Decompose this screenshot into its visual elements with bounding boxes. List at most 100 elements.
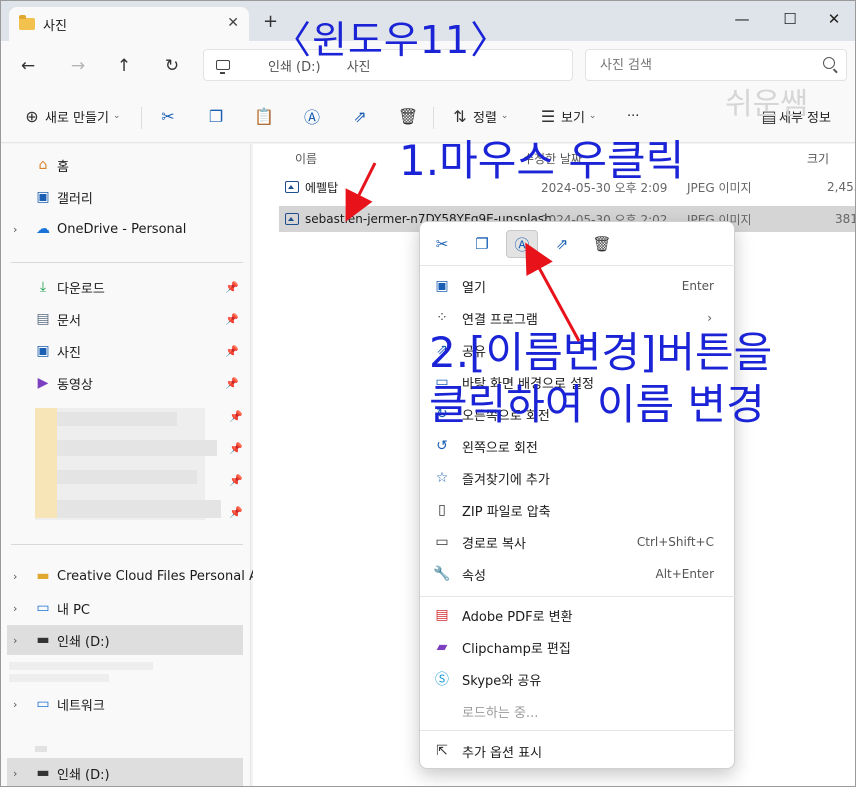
annotation-step-2: 2.[이름변경]버튼을 클릭하여 이름 변경 <box>429 327 772 431</box>
plus-circle-icon: ⊕ <box>19 103 45 129</box>
trash-icon[interactable]: 🗑 <box>586 230 618 258</box>
home-icon: ⌂ <box>35 157 51 173</box>
sort-button[interactable]: ⇅ 정렬 ⌄ <box>447 103 508 129</box>
up-button[interactable]: ↑ <box>111 53 137 79</box>
rename-icon[interactable]: Ⓐ <box>506 230 538 258</box>
pin-icon[interactable]: 📌 <box>225 377 239 390</box>
sidebar-item-label: 홈 <box>57 156 69 175</box>
menu-item-loading: 로드하는 중... <box>426 695 728 727</box>
menu-item-open[interactable]: ▣ 열기 Enter <box>426 270 728 302</box>
cut-icon[interactable]: ✂ <box>155 103 181 129</box>
sidebar-item-onedrive[interactable]: › ☁ OneDrive - Personal <box>1 214 249 244</box>
pin-icon[interactable]: 📌 <box>229 506 243 519</box>
cut-icon[interactable]: ✂ <box>426 230 458 258</box>
pin-icon[interactable]: 📌 <box>229 410 243 423</box>
menu-item-label: 추가 옵션 표시 <box>462 742 542 761</box>
blurred-label <box>57 500 221 518</box>
more-button[interactable]: ··· <box>627 103 639 129</box>
sidebar-item-drive-d-2[interactable]: › ▬ 인쇄 (D:) <box>7 758 243 787</box>
chevron-right-icon[interactable]: › <box>13 698 17 711</box>
sidebar-item-label: 인쇄 (D:) <box>57 631 110 650</box>
sidebar-item-label: 문서 <box>57 310 81 329</box>
blurred-item <box>9 674 109 682</box>
drive-icon: ▬ <box>35 632 51 648</box>
share-icon[interactable]: ⇗ <box>546 230 578 258</box>
network-icon: ▭ <box>35 696 51 712</box>
rename-icon[interactable]: Ⓐ <box>299 103 325 129</box>
folder-icon <box>19 18 35 30</box>
menu-item-more-options[interactable]: ⇱ 추가 옵션 표시 <box>426 735 728 767</box>
refresh-button[interactable]: ↻ <box>159 53 185 79</box>
sidebar-item-this-pc[interactable]: › ▭ 내 PC <box>1 593 249 623</box>
pin-icon[interactable]: 📌 <box>225 281 239 294</box>
menu-item-compress-zip[interactable]: ▯ ZIP 파일로 압축 <box>426 494 728 526</box>
sidebar-item-drive-d[interactable]: › ▬ 인쇄 (D:) <box>7 625 243 655</box>
sidebar-divider <box>11 262 243 263</box>
pin-icon[interactable]: 📌 <box>229 442 243 455</box>
column-header-name[interactable]: 이름 <box>295 150 317 167</box>
maximize-button[interactable]: ☐ <box>767 5 813 33</box>
sidebar-item-home[interactable]: ⌂ 홈 <box>1 150 249 180</box>
chevron-right-icon[interactable]: › <box>13 767 17 780</box>
copy-icon[interactable]: ❐ <box>466 230 498 258</box>
blurred-item <box>9 662 153 670</box>
expand-icon: ⇱ <box>432 741 452 761</box>
close-button[interactable]: ✕ <box>811 5 856 33</box>
sidebar-item-documents[interactable]: ▤ 문서 📌 <box>1 304 249 334</box>
tab-close-icon[interactable]: ✕ <box>227 15 239 31</box>
shortcut-label: Alt+Enter <box>655 567 714 581</box>
view-button[interactable]: ☰ 보기 ⌄ <box>535 103 596 129</box>
minimize-button[interactable]: — <box>719 5 765 33</box>
menu-item-copy-path[interactable]: ▭ 경로로 복사 Ctrl+Shift+C <box>426 526 728 558</box>
sidebar-item-videos[interactable]: ▶ 동영상 📌 <box>1 368 249 398</box>
file-size: 381 <box>835 212 856 226</box>
search-icon[interactable] <box>823 57 835 69</box>
sidebar-item-downloads[interactable]: ⤓ 다운로드 📌 <box>1 272 249 302</box>
menu-item-skype[interactable]: Ⓢ Skype와 공유 <box>426 663 728 695</box>
menu-item-rotate-left[interactable]: ↺ 왼쪽으로 회전 <box>426 430 728 462</box>
pin-icon[interactable]: 📌 <box>225 345 239 358</box>
menu-item-clipchamp[interactable]: ▰ Clipchamp로 편집 <box>426 631 728 663</box>
sidebar-item-network[interactable]: › ▭ 네트워크 <box>1 689 249 719</box>
pin-icon[interactable]: 📌 <box>225 313 239 326</box>
file-size: 2,453 <box>827 180 856 194</box>
tab-title: 사진 <box>43 15 67 34</box>
chevron-right-icon[interactable]: › <box>13 602 17 615</box>
blurred-item <box>35 746 47 752</box>
apps-icon: ⁘ <box>432 308 452 328</box>
sidebar-item-label: 다운로드 <box>57 278 105 297</box>
chevron-right-icon: › <box>707 311 712 325</box>
back-button[interactable]: ← <box>15 53 41 79</box>
trash-icon[interactable]: 🗑 <box>395 103 421 129</box>
sidebar-item-pictures[interactable]: ▣ 사진 📌 <box>1 336 249 366</box>
download-icon: ⤓ <box>35 279 51 295</box>
sidebar-item-creative-cloud[interactable]: › ▬ Creative Cloud Files Personal Acco <box>1 561 249 591</box>
menu-item-add-favorites[interactable]: ☆ 즐겨찾기에 추가 <box>426 462 728 494</box>
rotate-left-icon: ↺ <box>432 436 452 456</box>
sort-icon: ⇅ <box>447 103 473 129</box>
chevron-right-icon[interactable]: › <box>13 223 17 236</box>
star-icon: ☆ <box>432 468 452 488</box>
toolbar-divider <box>433 107 434 129</box>
menu-item-properties[interactable]: 🔧 속성 Alt+Enter <box>426 558 728 590</box>
annotation-step-2-line-2: 클릭하여 이름 변경 <box>429 379 772 431</box>
paste-icon[interactable]: 📋 <box>251 103 277 129</box>
copy-icon[interactable]: ❐ <box>203 103 229 129</box>
chevron-right-icon[interactable]: › <box>13 634 17 647</box>
chevron-right-icon[interactable]: › <box>13 570 17 583</box>
menu-item-label: 속성 <box>462 565 486 584</box>
share-icon[interactable]: ⇗ <box>347 103 373 129</box>
menu-item-adobe-pdf[interactable]: ▤ Adobe PDF로 변환 <box>426 599 728 631</box>
menu-separator <box>420 730 736 731</box>
sidebar-item-gallery[interactable]: ▣ 갤러리 <box>1 182 249 212</box>
navigation-pane: ⌂ 홈 ▣ 갤러리 › ☁ OneDrive - Personal ⤓ 다운로드… <box>1 144 251 787</box>
tab-pictures[interactable]: 사진 ✕ <box>9 7 249 41</box>
pin-icon[interactable]: 📌 <box>229 474 243 487</box>
menu-item-label: Adobe PDF로 변환 <box>462 606 573 625</box>
wrench-icon: 🔧 <box>432 564 452 584</box>
sidebar-divider <box>11 544 243 545</box>
new-button[interactable]: ⊕ 새로 만들기 ⌄ <box>19 103 120 129</box>
forward-button[interactable]: → <box>65 53 91 79</box>
search-input[interactable] <box>585 49 847 81</box>
column-header-size[interactable]: 크기 <box>807 150 829 167</box>
